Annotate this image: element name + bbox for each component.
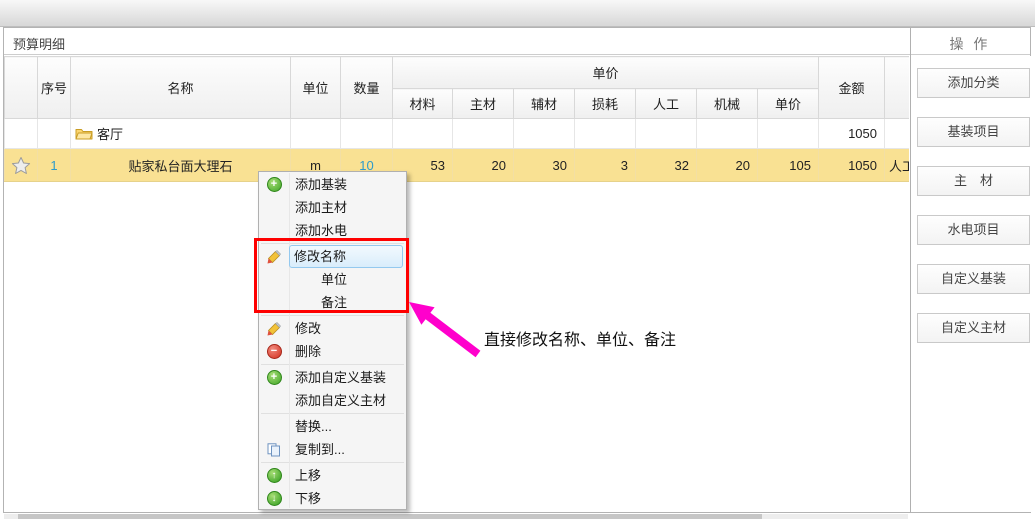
add-icon: +	[267, 177, 282, 192]
category-row[interactable]: 客厅 1050	[5, 119, 910, 149]
col-header-loss: 损耗	[575, 89, 636, 119]
favorite-cell	[5, 119, 38, 149]
panel-title: 预算明细	[13, 34, 65, 53]
budget-table-area: 序号 名称 单位 数量 单价 金额 材料 主材 辅材 损耗 人工	[4, 56, 909, 508]
col-header-unitprice: 单价	[758, 89, 819, 119]
row-seq-link[interactable]: 1	[38, 149, 71, 182]
menu-item-copy-to[interactable]: 复制到...	[259, 438, 406, 461]
menu-item-edit-name[interactable]: 修改名称	[259, 245, 406, 268]
menu-item-add-base[interactable]: + 添加基装	[259, 173, 406, 196]
custom-base-button[interactable]: 自定义基装	[917, 264, 1030, 294]
col-header-seq: 序号	[38, 57, 71, 119]
budget-panel: 预算明细 操 作 序号 名称 单位 数量	[3, 27, 1031, 513]
operations-title: 操 作	[910, 34, 1030, 54]
menu-item-replace[interactable]: 替换...	[259, 415, 406, 438]
menu-separator	[261, 462, 404, 463]
col-header-auxmaterial: 辅材	[514, 89, 575, 119]
menu-item-add-custom-main[interactable]: 添加自定义主材	[259, 389, 406, 412]
menu-separator	[261, 315, 404, 316]
menu-separator	[261, 413, 404, 414]
col-header-labor: 人工	[636, 89, 697, 119]
delete-icon: −	[267, 344, 282, 359]
col-header-remark	[885, 57, 910, 119]
col-header-name: 名称	[71, 57, 291, 119]
col-header-qty: 数量	[341, 57, 393, 119]
menu-separator	[261, 243, 404, 244]
custom-main-material-button[interactable]: 自定义主材	[917, 313, 1030, 343]
menu-item-edit-remark[interactable]: 备注	[259, 291, 406, 314]
horizontal-scrollbar[interactable]	[4, 514, 908, 519]
col-header-material: 材料	[393, 89, 453, 119]
menu-item-edit-unit[interactable]: 单位	[259, 268, 406, 291]
up-icon: ↑	[267, 468, 282, 483]
add-icon: +	[267, 370, 282, 385]
screen: 预算明细 操 作 序号 名称 单位 数量	[0, 0, 1035, 520]
menu-item-move-up[interactable]: ↑ 上移	[259, 464, 406, 487]
row-unit-price: 105	[758, 149, 819, 182]
base-decoration-item-button[interactable]: 基装项目	[917, 117, 1030, 147]
row-remark: 人工	[885, 149, 910, 182]
favorite-cell[interactable]	[5, 149, 38, 182]
copy-icon	[267, 443, 281, 457]
menu-item-delete[interactable]: − 删除	[259, 340, 406, 363]
menu-item-add-custom-base[interactable]: + 添加自定义基装	[259, 366, 406, 389]
top-bar	[0, 0, 1035, 27]
col-header-unitprice-group: 单价	[393, 57, 819, 89]
category-amount: 1050	[819, 119, 885, 149]
context-menu: + 添加基装 添加主材 添加水电 修改名称 单位 备注	[258, 171, 407, 510]
col-header-favorite	[5, 57, 38, 119]
menu-separator	[261, 364, 404, 365]
menu-item-edit[interactable]: 修改	[259, 317, 406, 340]
menu-item-add-plumbing[interactable]: 添加水电	[259, 219, 406, 242]
menu-item-move-down[interactable]: ↓ 下移	[259, 487, 406, 510]
row-aux-material: 30	[514, 149, 575, 182]
category-name-cell[interactable]: 客厅	[71, 119, 291, 149]
row-machine: 20	[697, 149, 758, 182]
col-header-unit: 单位	[291, 57, 341, 119]
category-name: 客厅	[97, 124, 123, 143]
folder-icon	[75, 127, 93, 141]
add-category-button[interactable]: 添加分类	[917, 68, 1030, 98]
row-amount: 1050	[819, 149, 885, 182]
row-labor: 32	[636, 149, 697, 182]
operations-sidebar: 添加分类 基装项目 主 材 水电项目 自定义基装 自定义主材	[911, 56, 1031, 512]
col-header-mainmaterial: 主材	[453, 89, 514, 119]
col-header-amount: 金额	[819, 57, 885, 119]
col-header-machine: 机械	[697, 89, 758, 119]
annotation-text: 直接修改名称、单位、备注	[484, 326, 676, 350]
table-row-selected[interactable]: 1 贴家私台面大理石 m 10 53 20 30 3 32 20 105 105…	[5, 149, 910, 182]
budget-table: 序号 名称 单位 数量 单价 金额 材料 主材 辅材 损耗 人工	[4, 56, 909, 182]
menu-item-add-main-material[interactable]: 添加主材	[259, 196, 406, 219]
panel-header: 预算明细 操 作	[4, 28, 1030, 55]
scrollbar-thumb[interactable]	[18, 514, 762, 519]
pencil-icon	[267, 322, 281, 336]
plumbing-item-button[interactable]: 水电项目	[917, 215, 1030, 245]
row-main-material: 20	[453, 149, 514, 182]
down-icon: ↓	[267, 491, 282, 506]
main-material-button[interactable]: 主 材	[917, 166, 1030, 196]
pencil-icon	[267, 250, 281, 264]
row-loss: 3	[575, 149, 636, 182]
star-icon	[11, 156, 31, 175]
